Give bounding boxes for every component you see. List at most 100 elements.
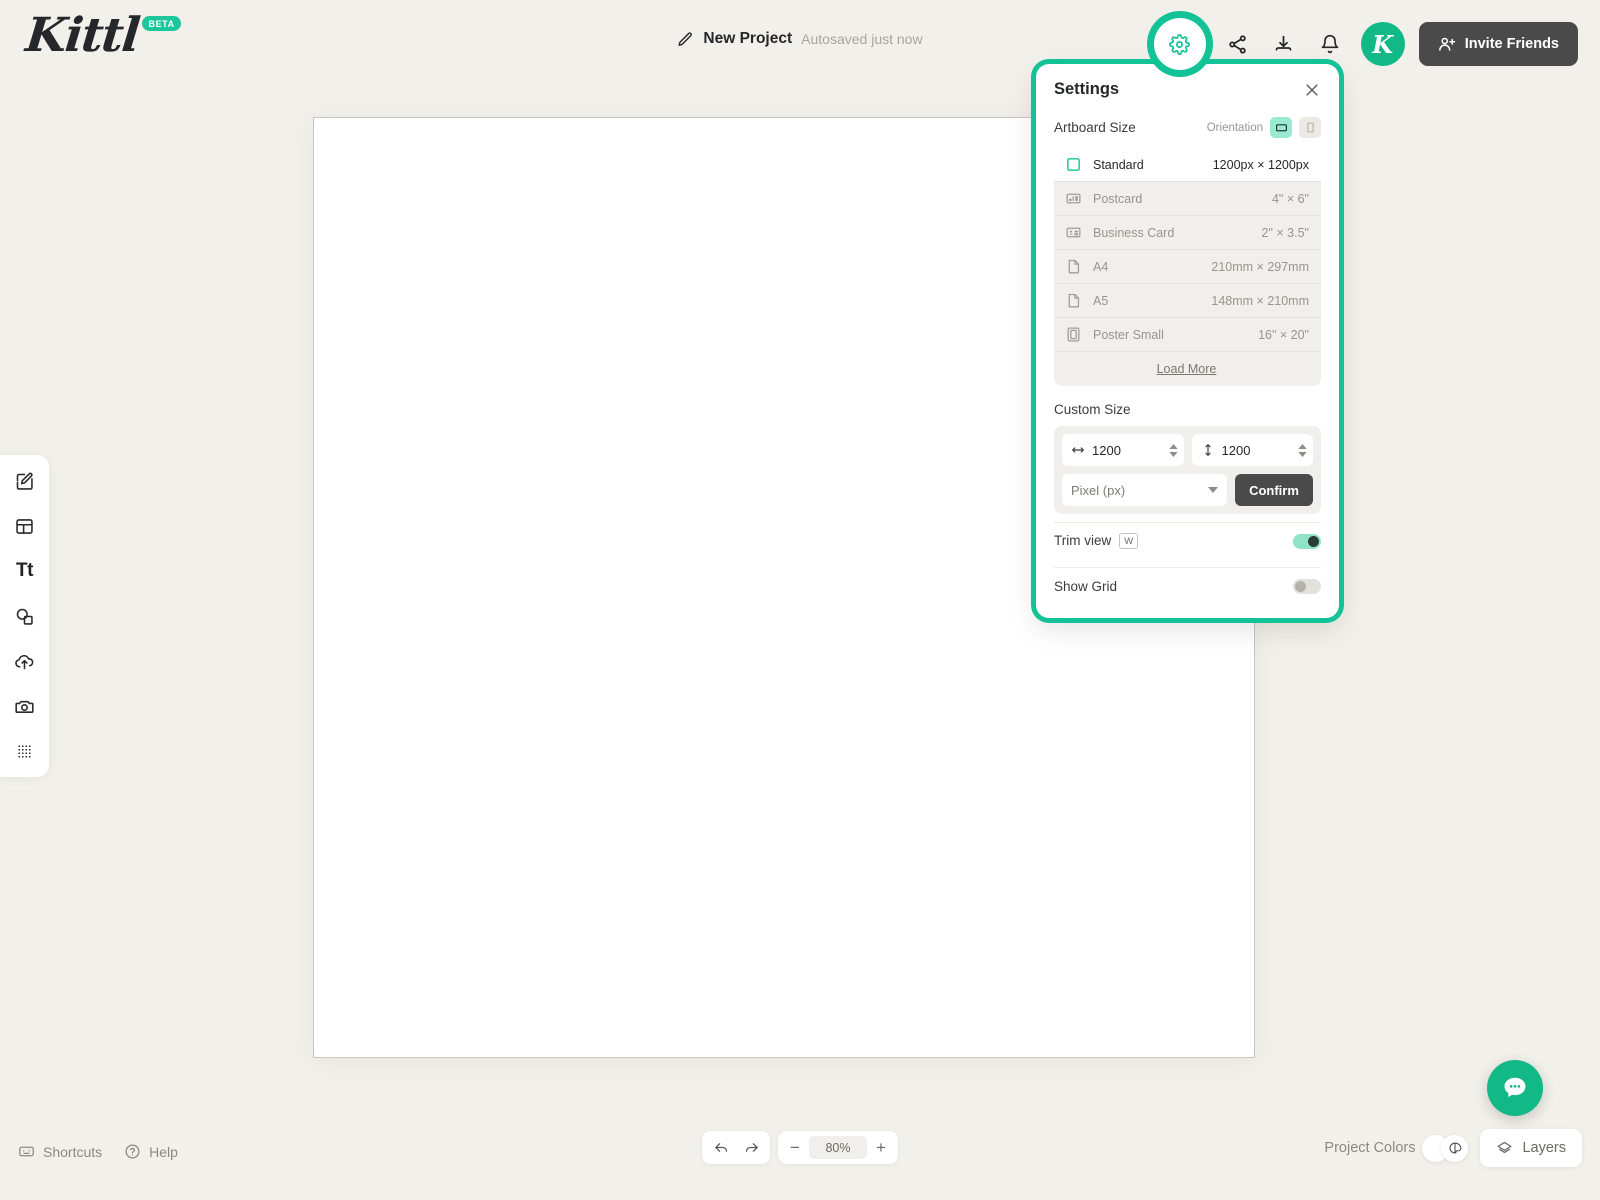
size-option-a4[interactable]: A4 210mm × 297mm <box>1054 250 1321 284</box>
trim-view-row: Trim view W <box>1054 522 1321 559</box>
settings-panel-header: Settings <box>1054 80 1321 99</box>
pencil-square-icon <box>16 472 33 490</box>
size-option-poster-small[interactable]: Poster Small 16" × 20" <box>1054 318 1321 352</box>
layers-icon <box>1497 1141 1512 1153</box>
height-arrow-icon <box>1204 444 1211 456</box>
size-option-name: Poster Small <box>1093 327 1164 342</box>
settings-gear-button[interactable] <box>1153 18 1206 70</box>
share-button[interactable] <box>1215 21 1261 67</box>
sidebar-item-patterns[interactable] <box>10 737 40 765</box>
custom-width-input[interactable] <box>1092 442 1162 458</box>
chevron-up-icon <box>1298 443 1307 449</box>
kittl-editor-window: Kittl BETA New Project Autosaved just no… <box>0 0 1600 1200</box>
invite-friends-button[interactable]: Invite Friends <box>1418 22 1578 66</box>
sidebar-item-uploads[interactable] <box>10 647 40 675</box>
sidebar-item-design[interactable] <box>10 467 40 495</box>
size-option-a5[interactable]: A5 148mm × 210mm <box>1054 284 1321 318</box>
redo-arrow-icon <box>745 1143 758 1152</box>
layers-button[interactable]: Layers <box>1480 1129 1582 1167</box>
custom-size-group: Pixel (px) Confirm <box>1054 426 1321 514</box>
unit-select[interactable]: Pixel (px) <box>1062 474 1227 506</box>
business-card-icon <box>1064 223 1083 242</box>
undo-arrow-icon <box>714 1143 727 1152</box>
trim-view-shortcut-badge: W <box>1119 532 1139 550</box>
custom-size-actions: Pixel (px) Confirm <box>1062 474 1313 506</box>
poster-icon <box>1064 325 1083 344</box>
show-grid-label: Show Grid <box>1054 578 1118 594</box>
size-option-business-card[interactable]: Business Card 2" × 3.5" <box>1054 216 1321 250</box>
orientation-landscape-button[interactable] <box>1270 117 1292 138</box>
custom-height-field[interactable] <box>1191 434 1313 466</box>
avatar[interactable]: K <box>1360 22 1405 66</box>
download-icon <box>1275 35 1292 51</box>
orientation-label: Orientation <box>1206 121 1263 134</box>
width-arrow-icon <box>1072 447 1084 453</box>
size-option-dimensions: 2" × 3.5" <box>1261 225 1309 240</box>
undo-redo-group <box>702 1131 770 1164</box>
grid-dots-icon <box>18 744 31 758</box>
zoom-in-button[interactable]: + <box>869 1135 893 1161</box>
size-option-dimensions: 1200px × 1200px <box>1212 157 1309 172</box>
page-title: New Project <box>703 30 793 47</box>
orientation-portrait-button[interactable] <box>1299 117 1321 138</box>
custom-height-stepper[interactable] <box>1298 443 1307 457</box>
load-more-button[interactable]: Load More <box>1054 352 1321 386</box>
landscape-icon <box>1275 124 1287 132</box>
toggle-knob <box>1308 535 1319 547</box>
layout-icon <box>16 518 33 534</box>
zoom-control: − 80% + <box>778 1131 898 1164</box>
custom-width-field[interactable] <box>1062 434 1184 466</box>
chevron-up-icon <box>1168 443 1178 449</box>
toggle-knob <box>1295 580 1306 592</box>
size-option-standard[interactable]: Standard 1200px × 1200px <box>1054 148 1321 182</box>
zoom-out-button[interactable]: − <box>783 1135 807 1161</box>
project-colors-label: Project Colors <box>1324 1140 1416 1156</box>
undo-button[interactable] <box>708 1135 734 1161</box>
bell-icon <box>1321 34 1339 54</box>
trim-view-label-group: Trim view W <box>1054 532 1139 550</box>
project-colors-control[interactable]: Project Colors <box>1324 1134 1469 1162</box>
zoom-level-value[interactable]: 80% <box>809 1136 867 1159</box>
show-grid-row: Show Grid <box>1054 567 1321 604</box>
top-bar: Kittl BETA New Project Autosaved just no… <box>0 0 1600 84</box>
custom-height-input[interactable] <box>1221 442 1291 458</box>
gear-icon <box>1169 33 1191 55</box>
trim-view-toggle[interactable] <box>1293 533 1321 549</box>
autosave-status: Autosaved just now <box>801 31 923 47</box>
size-option-name: Business Card <box>1093 225 1175 240</box>
chat-bubble-icon <box>1504 1077 1526 1097</box>
size-option-postcard[interactable]: Postcard 4" × 6" <box>1054 182 1321 216</box>
custom-width-stepper[interactable] <box>1168 443 1178 457</box>
project-colors-swatches[interactable] <box>1422 1134 1469 1162</box>
confirm-button[interactable]: Confirm <box>1235 474 1313 506</box>
close-icon[interactable] <box>1303 81 1321 99</box>
sidebar-item-templates[interactable] <box>10 512 40 540</box>
redo-button[interactable] <box>738 1135 764 1161</box>
share-icon <box>1229 34 1246 54</box>
size-option-name: Postcard <box>1093 191 1143 206</box>
chat-support-button[interactable] <box>1487 1060 1543 1116</box>
sidebar-item-text[interactable]: Tt <box>10 557 40 585</box>
postcard-icon <box>1064 189 1083 208</box>
chevron-down-icon <box>1208 487 1218 493</box>
beta-badge: BETA <box>142 16 181 31</box>
header-actions: K Invite Friends <box>1153 18 1578 70</box>
settings-panel-title: Settings <box>1054 80 1120 98</box>
layers-label: Layers <box>1522 1140 1566 1156</box>
download-button[interactable] <box>1261 21 1307 67</box>
show-grid-label-group: Show Grid <box>1054 579 1117 594</box>
color-picker-swatch[interactable] <box>1441 1134 1469 1162</box>
invite-friends-label: Invite Friends <box>1464 36 1559 52</box>
user-plus-icon <box>1438 37 1455 51</box>
sidebar-item-elements[interactable] <box>10 602 40 630</box>
custom-size-inputs <box>1062 434 1313 466</box>
camera-icon <box>15 700 34 713</box>
sidebar-item-photos[interactable] <box>10 692 40 720</box>
notifications-button[interactable] <box>1307 21 1353 67</box>
page-icon <box>1064 257 1083 276</box>
chevron-down-icon <box>1168 451 1178 457</box>
text-icon: Tt <box>16 560 33 581</box>
load-more-label: Load More <box>1156 362 1217 376</box>
show-grid-toggle[interactable] <box>1293 578 1321 594</box>
footer-right: Project Colors Layers <box>1324 1129 1582 1167</box>
